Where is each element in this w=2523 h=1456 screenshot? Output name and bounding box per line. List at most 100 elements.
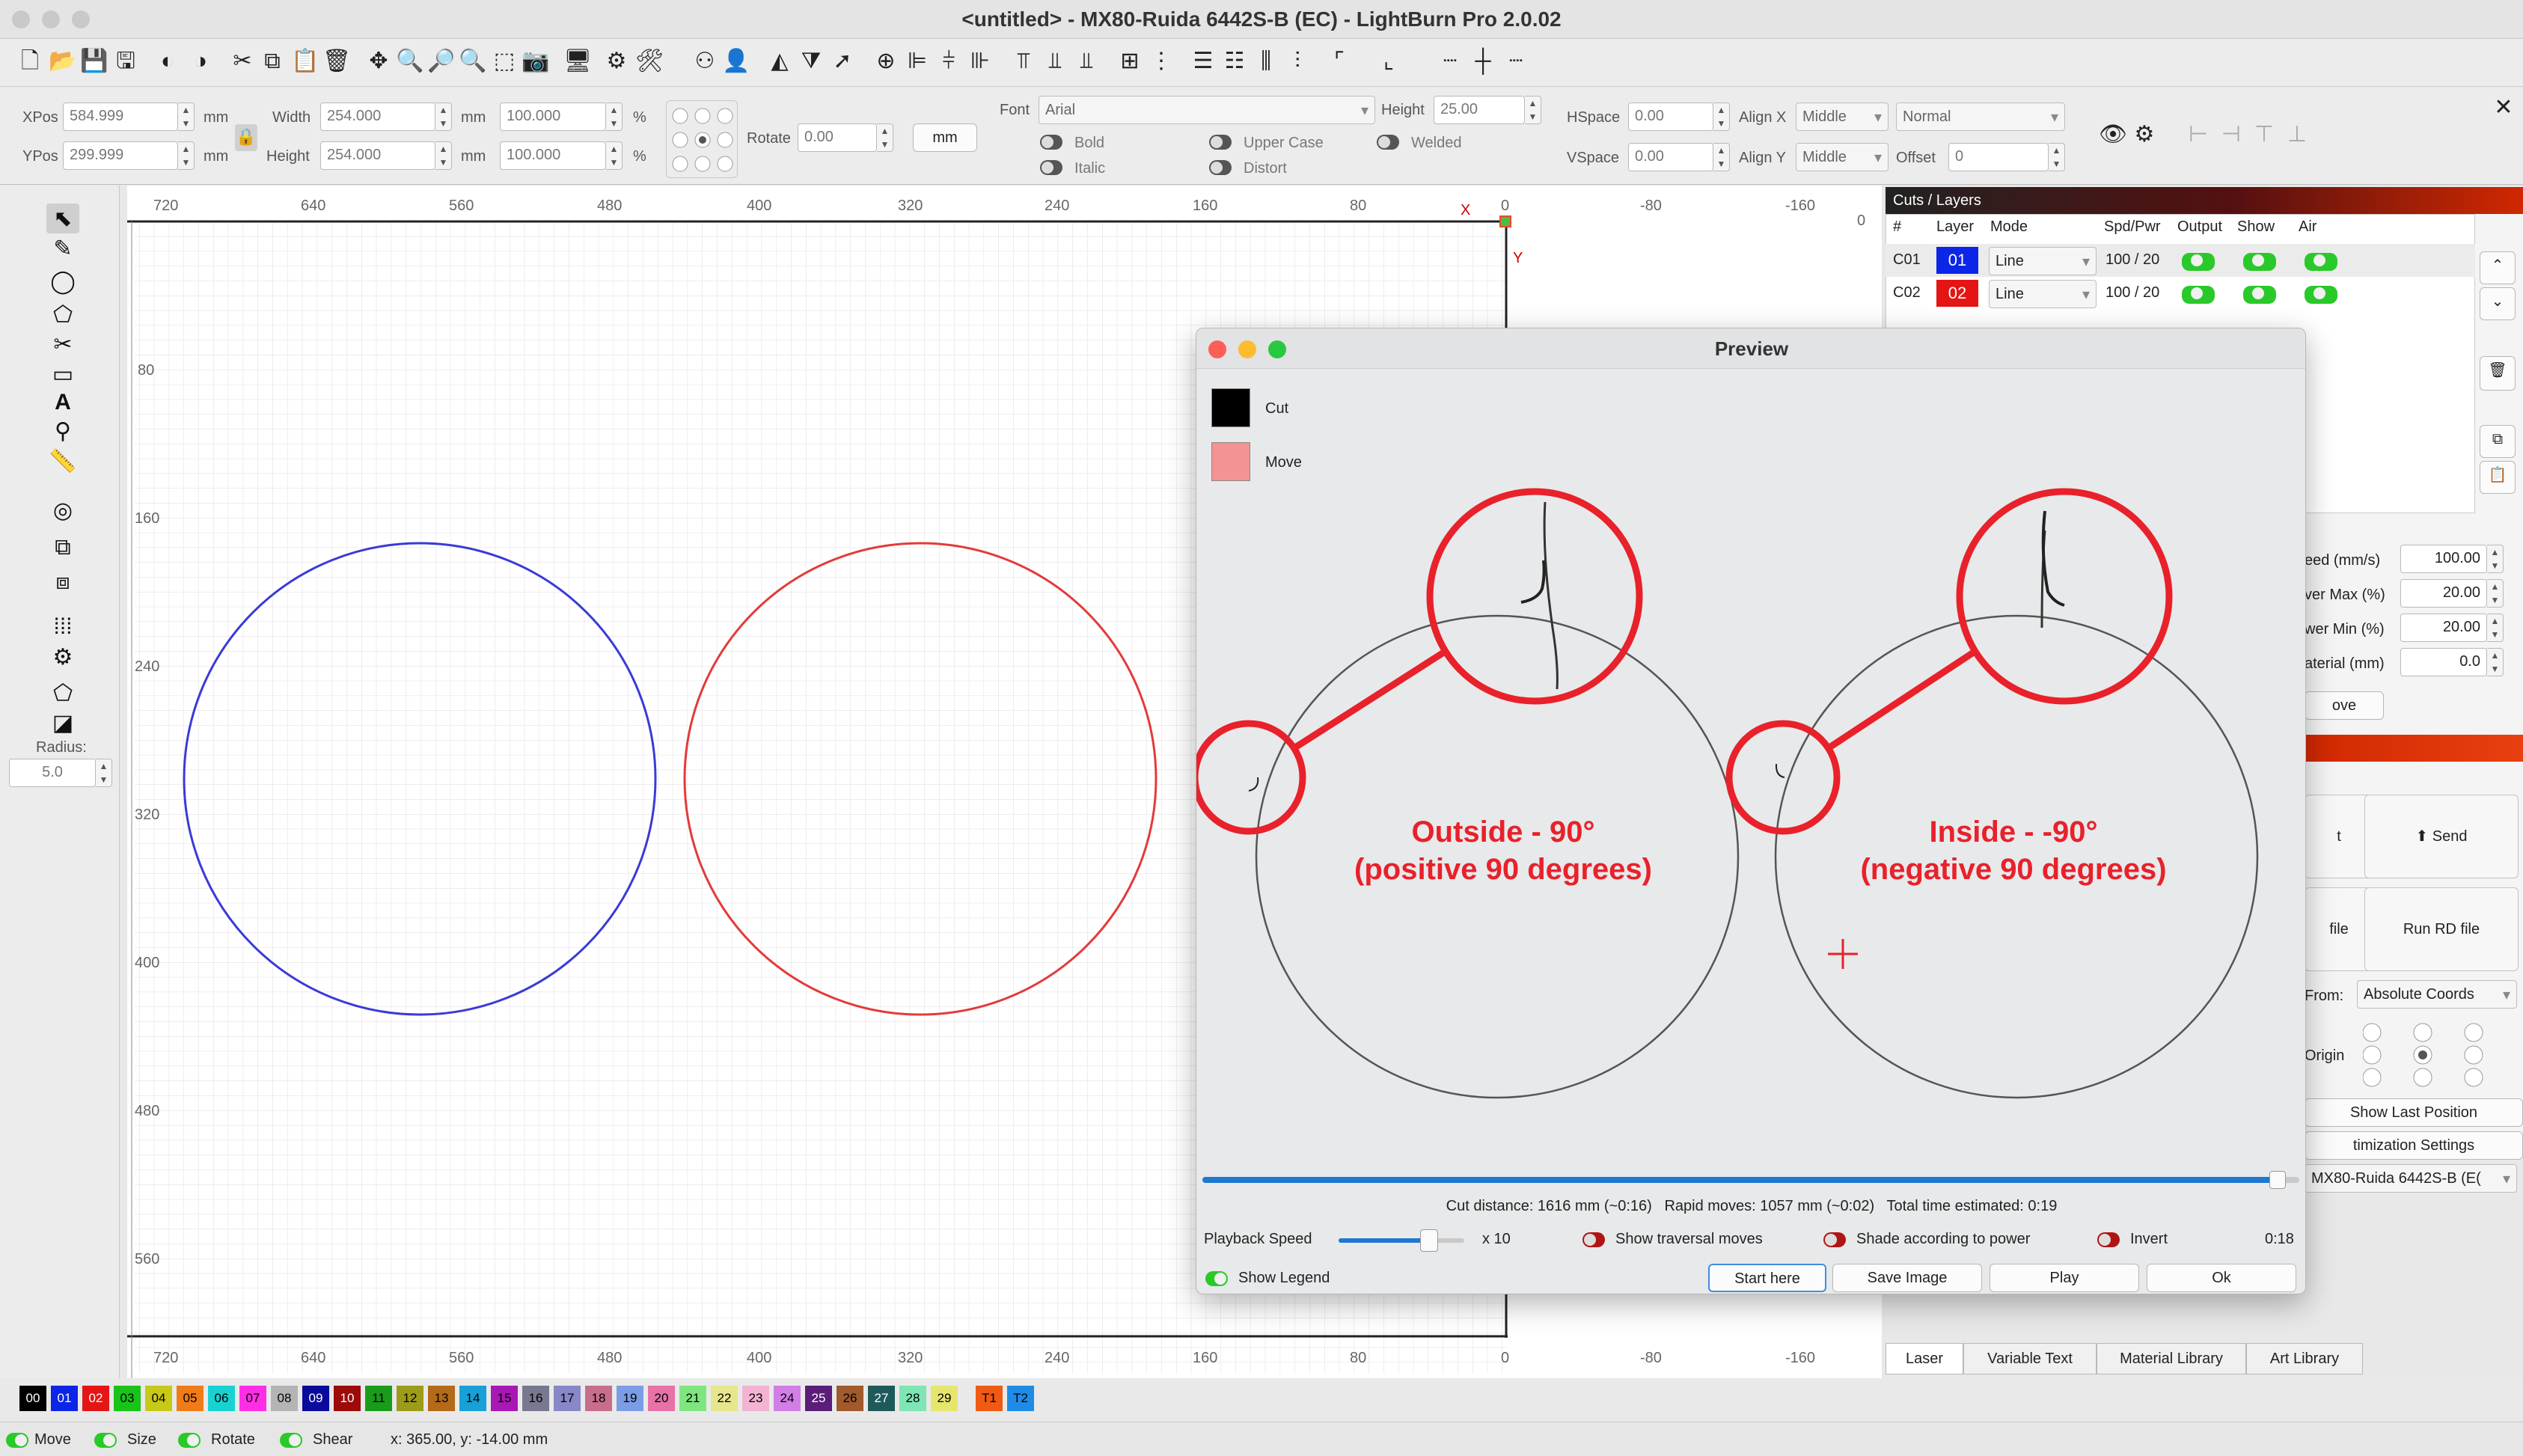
copy-along-path-icon[interactable]: ⧉	[46, 533, 79, 563]
layer-color-swatch[interactable]: 01	[1936, 247, 1978, 274]
tools-icon[interactable]: 🛠	[635, 48, 664, 75]
remove-button[interactable]: ove	[2305, 691, 2384, 720]
move-view-icon[interactable]: ✥	[365, 48, 392, 75]
palette-swatch[interactable]: 16	[522, 1386, 549, 1411]
palette-swatch[interactable]: 04	[145, 1386, 172, 1411]
dotted-end-icon[interactable]: ┈	[1502, 48, 1529, 75]
welded-toggle[interactable]	[1377, 135, 1399, 154]
camera-icon[interactable]: 📷	[522, 48, 549, 75]
layer-output-toggle[interactable]	[2182, 286, 2215, 308]
shade-power-toggle[interactable]	[1823, 1232, 1846, 1252]
distribute-h-icon[interactable]: ⋮	[1148, 48, 1175, 75]
power-min-field[interactable]: 20.00	[2400, 614, 2487, 642]
palette-swatch[interactable]: 15	[491, 1386, 518, 1411]
tab-material-library[interactable]: Material Library	[2097, 1343, 2246, 1374]
power-min-stepper[interactable]: ▲ ▼	[2487, 614, 2504, 642]
hspace-field[interactable]: 0.00	[1628, 103, 1713, 131]
ypos-stepper[interactable]: ▲ ▼	[178, 141, 195, 170]
tab-art-library[interactable]: Art Library	[2246, 1343, 2363, 1374]
save-as-icon[interactable]: 🖫	[112, 48, 139, 75]
text-tool-icon[interactable]: A	[46, 388, 79, 417]
palette-swatch[interactable]: 02	[82, 1386, 109, 1411]
save-image-button[interactable]: Save Image	[1832, 1264, 1982, 1292]
palette-swatch[interactable]: 01	[51, 1386, 78, 1411]
font-height-stepper[interactable]: ▲ ▼	[1525, 96, 1541, 124]
palette-swatch[interactable]: 29	[931, 1386, 958, 1411]
hide-icon[interactable]: ⚙	[2131, 121, 2158, 148]
playback-speed-track[interactable]	[1339, 1238, 1464, 1243]
vspace-stepper[interactable]: ▲ ▼	[1713, 143, 1730, 171]
height-percent-field[interactable]: 100.000	[500, 141, 606, 170]
close-panel-icon[interactable]: ✕	[2490, 94, 2517, 121]
measure-tool-icon[interactable]: 📏	[46, 446, 79, 476]
layer-mode-dropdown[interactable]: Line	[1989, 247, 2097, 275]
align-top-icon[interactable]: ⫪	[1010, 48, 1037, 75]
power-max-field[interactable]: 20.00	[2400, 579, 2487, 608]
start-button[interactable]: t	[2305, 795, 2373, 878]
paste-icon[interactable]: 📋	[291, 48, 319, 75]
size-toggle[interactable]	[94, 1433, 117, 1452]
show-last-position-button[interactable]: Show Last Position	[2305, 1098, 2523, 1127]
width-percent-field[interactable]: 100.000	[500, 103, 606, 131]
start-here-button[interactable]: Start here	[1708, 1264, 1826, 1292]
space-v-icon[interactable]: ☷	[1221, 48, 1248, 75]
palette-swatch[interactable]: 13	[428, 1386, 455, 1411]
preview-progress-track[interactable]	[1202, 1177, 2299, 1183]
layer-air-toggle[interactable]	[2305, 253, 2337, 275]
palette-swatch[interactable]: 06	[208, 1386, 235, 1411]
chamfer-icon[interactable]: ◪	[46, 708, 79, 738]
paste-layer-icon[interactable]: 📋	[2480, 461, 2516, 494]
align-tool-3-icon[interactable]: ⊤	[2251, 121, 2278, 148]
rotate-stepper[interactable]: ▲ ▼	[877, 123, 893, 152]
optimization-settings-button[interactable]: timization Settings	[2305, 1131, 2523, 1160]
palette-swatch[interactable]: 23	[742, 1386, 769, 1411]
copy-icon[interactable]: ⧉	[259, 48, 286, 75]
palette-swatch[interactable]: 21	[679, 1386, 706, 1411]
material-stepper[interactable]: ▲ ▼	[2487, 648, 2504, 676]
palette-swatch[interactable]: 12	[397, 1386, 423, 1411]
space-h-icon[interactable]: ☰	[1190, 48, 1217, 75]
palette-swatch[interactable]: 05	[177, 1386, 204, 1411]
offset-tool-icon[interactable]: ◎	[46, 495, 79, 525]
align-y-dropdown[interactable]: Middle	[1796, 143, 1889, 171]
tab-variable-text[interactable]: Variable Text	[1963, 1343, 2097, 1374]
size-v-icon[interactable]: ⫶	[1284, 48, 1311, 75]
distort-toggle[interactable]	[1209, 160, 1232, 180]
align-tool-2-icon[interactable]: ⊣	[2218, 121, 2245, 148]
bold-toggle[interactable]	[1040, 135, 1062, 154]
palette-swatch[interactable]: 08	[271, 1386, 298, 1411]
width-percent-stepper[interactable]: ▲ ▼	[606, 103, 623, 131]
select-tool-icon[interactable]: ⬉	[46, 204, 79, 233]
align-x-dropdown[interactable]: Middle	[1796, 103, 1889, 131]
align-tool-1-icon[interactable]: ⊢	[2185, 121, 2212, 148]
import-icon[interactable]: ◐	[154, 48, 181, 75]
upper-case-toggle[interactable]	[1209, 135, 1232, 154]
palette-swatch[interactable]: 07	[239, 1386, 266, 1411]
palette-swatch[interactable]: 14	[459, 1386, 486, 1411]
radius-stepper[interactable]: ▲ ▼	[96, 759, 112, 787]
ypos-field[interactable]: 299.999	[63, 141, 178, 170]
layer-color-swatch[interactable]: 02	[1936, 280, 1978, 307]
palette-swatch[interactable]: 17	[554, 1386, 581, 1411]
layer-mode-dropdown[interactable]: Line	[1989, 280, 2097, 308]
height-field[interactable]: 254.000	[320, 141, 435, 170]
palette-swatch[interactable]: 22	[711, 1386, 738, 1411]
lock-icon[interactable]: 🔒	[235, 124, 257, 151]
zoom-selection-icon[interactable]: ⬚	[491, 48, 518, 75]
open-file-icon[interactable]: 📂	[49, 48, 76, 75]
device-dropdown[interactable]: MX80-Ruida 6442S-B (E(	[2305, 1164, 2517, 1193]
tab-laser[interactable]: Laser	[1886, 1343, 1963, 1374]
position-laser-icon[interactable]: ⚲	[46, 416, 79, 446]
delete-layer-icon[interactable]: 🗑	[2480, 356, 2516, 391]
eye-icon[interactable]: 👁	[2099, 121, 2127, 148]
layer-up-button[interactable]: ⌃	[2480, 251, 2516, 284]
save-icon[interactable]: 💾	[80, 48, 108, 75]
offset-stepper[interactable]: ▲ ▼	[2049, 143, 2065, 171]
new-file-icon[interactable]: 🗋	[16, 48, 43, 75]
ellipse-tool-icon[interactable]: ◯	[46, 266, 79, 296]
dotted-line-icon[interactable]: ┈	[1437, 48, 1464, 75]
align-right-icon[interactable]: ⊪	[967, 48, 994, 75]
zoom-out-icon[interactable]: 🔍	[459, 48, 486, 75]
speed-stepper[interactable]: ▲ ▼	[2487, 545, 2504, 573]
invert-toggle[interactable]	[2097, 1232, 2120, 1252]
